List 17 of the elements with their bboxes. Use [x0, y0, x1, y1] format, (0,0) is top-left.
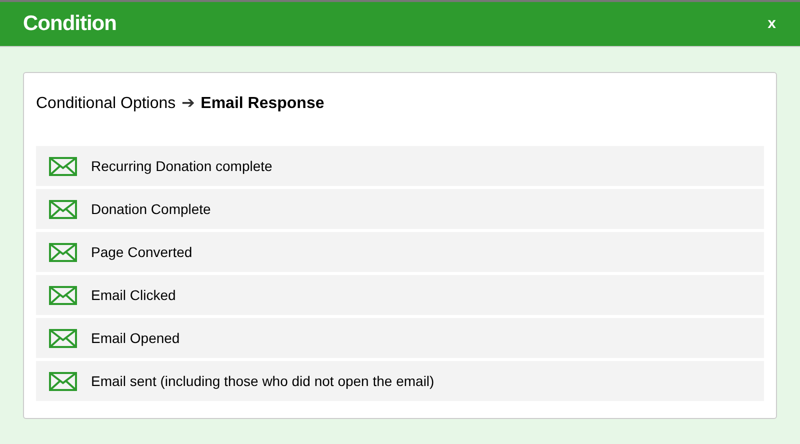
envelope-icon: [49, 200, 77, 218]
option-row[interactable]: Email Opened: [36, 318, 764, 358]
breadcrumb-current: Email Response: [200, 94, 324, 114]
option-row[interactable]: Email sent (including those who did not open the email): [36, 361, 764, 401]
close-button[interactable]: x: [764, 12, 780, 36]
option-row[interactable]: Page Converted: [36, 232, 764, 272]
option-row[interactable]: Email Clicked: [36, 275, 764, 315]
envelope-icon: [49, 242, 77, 262]
envelope-icon: [49, 372, 77, 390]
envelope-icon: [49, 156, 77, 176]
envelope-icon: [49, 286, 77, 304]
breadcrumb-separator: ➔: [182, 94, 195, 114]
option-row[interactable]: Donation Complete: [36, 189, 764, 229]
envelope-icon: [49, 328, 77, 348]
breadcrumb-link[interactable]: Conditional Options: [36, 92, 176, 116]
dialog-title: Condition: [23, 11, 116, 38]
option-row[interactable]: Recurring Donation complete: [36, 146, 764, 186]
